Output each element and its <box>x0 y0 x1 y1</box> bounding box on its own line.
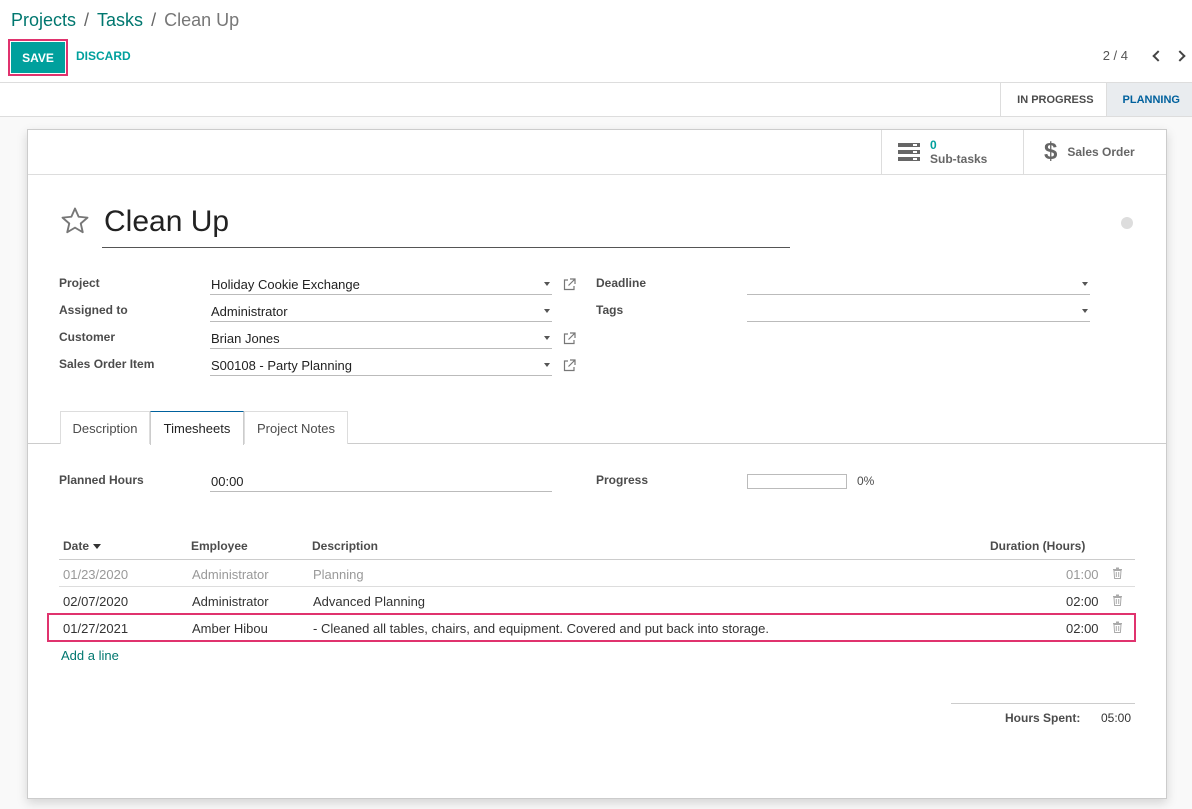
progress-percent: 0% <box>857 474 875 488</box>
deadline-label: Deadline <box>596 276 647 290</box>
customer-label: Customer <box>59 330 116 344</box>
dropdown-caret-icon[interactable] <box>544 309 550 313</box>
assigned-to-value: Administrator <box>211 304 288 319</box>
hours-spent-value: 05:00 <box>1101 711 1132 725</box>
status-bar: IN PROGRESS PLANNING <box>0 82 1192 117</box>
external-link-icon[interactable] <box>563 359 576 372</box>
project-label: Project <box>59 276 100 290</box>
save-button[interactable]: SAVE <box>8 39 68 76</box>
stage-planning[interactable]: PLANNING <box>1105 83 1192 116</box>
tab-timesheets[interactable]: Timesheets <box>150 411 244 445</box>
dropdown-caret-icon[interactable] <box>1082 282 1088 286</box>
row-description: - Cleaned all tables, chairs, and equipm… <box>313 621 769 636</box>
breadcrumb-tasks[interactable]: Tasks <box>97 10 143 31</box>
dropdown-caret-icon[interactable] <box>1082 309 1088 313</box>
sales-order-item-value: S00108 - Party Planning <box>211 358 352 373</box>
sales-order-button[interactable]: $ Sales Order <box>1023 130 1166 174</box>
row-description: Planning <box>313 567 364 582</box>
planned-hours-field[interactable]: 00:00 <box>210 470 552 492</box>
progress-label: Progress <box>596 473 649 487</box>
timesheet-table: Date Employee Description Duration (Hour… <box>47 530 1136 663</box>
form-sheet: 0 Sub-tasks $ Sales Order Clean Up Proje… <box>27 129 1167 799</box>
divider <box>28 174 1166 175</box>
breadcrumb-projects[interactable]: Projects <box>11 10 76 31</box>
planned-hours-label: Planned Hours <box>59 473 144 487</box>
list-icon <box>898 143 920 161</box>
subtasks-count: 0 <box>930 138 937 152</box>
external-link-icon[interactable] <box>563 332 576 345</box>
pager-value[interactable]: 2 / 4 <box>1103 48 1128 63</box>
sales-order-label: Sales Order <box>1067 145 1135 159</box>
trash-icon[interactable] <box>1112 621 1123 633</box>
column-header-description[interactable]: Description <box>312 539 378 553</box>
dollar-icon: $ <box>1044 138 1058 165</box>
pager: 2 / 4 <box>1103 48 1186 63</box>
row-date: 01/27/2021 <box>63 621 129 636</box>
tab-description[interactable]: Description <box>60 411 150 444</box>
row-date: 01/23/2020 <box>63 567 129 582</box>
table-row[interactable]: 01/27/2021 Amber Hibou - Cleaned all tab… <box>47 613 1136 642</box>
customer-field[interactable]: Brian Jones <box>210 327 552 349</box>
row-employee: Amber Hibou <box>192 621 268 636</box>
breadcrumb: Projects / Tasks / Clean Up <box>11 10 239 31</box>
column-header-employee[interactable]: Employee <box>191 539 248 553</box>
divider <box>951 703 1135 704</box>
assigned-to-field[interactable]: Administrator <box>210 300 552 322</box>
row-date: 02/07/2020 <box>63 594 129 609</box>
control-panel: Projects / Tasks / Clean Up SAVE DISCARD… <box>0 0 1192 117</box>
row-duration: 02:00 <box>1066 594 1099 609</box>
table-row[interactable]: 01/23/2020 Administrator Planning 01:00 <box>59 560 1135 587</box>
subtasks-label: Sub-tasks <box>930 152 988 166</box>
sales-order-item-field[interactable]: S00108 - Party Planning <box>210 354 552 376</box>
row-duration: 01:00 <box>1066 567 1099 582</box>
sort-desc-icon <box>93 544 102 549</box>
deadline-field[interactable] <box>747 273 1090 295</box>
hours-spent-label: Hours Spent: <box>1005 711 1081 725</box>
trash-icon[interactable] <box>1112 567 1123 579</box>
sales-order-item-label: Sales Order Item <box>59 357 155 371</box>
chevron-left-icon[interactable] <box>1152 49 1164 62</box>
column-header-date[interactable]: Date <box>63 539 102 553</box>
table-header: Date Employee Description Duration (Hour… <box>59 530 1135 560</box>
discard-button[interactable]: DISCARD <box>76 49 131 63</box>
assigned-to-label: Assigned to <box>59 303 128 317</box>
tags-field[interactable] <box>747 300 1090 322</box>
tab-project-notes[interactable]: Project Notes <box>244 411 348 444</box>
row-employee: Administrator <box>192 567 269 582</box>
row-description: Advanced Planning <box>313 594 426 609</box>
task-title-input[interactable]: Clean Up <box>102 202 790 248</box>
notebook-tabs: Description Timesheets Project Notes <box>28 411 1166 445</box>
star-icon[interactable] <box>60 206 90 236</box>
tags-label: Tags <box>596 303 624 317</box>
row-duration: 02:00 <box>1066 621 1099 636</box>
dropdown-caret-icon[interactable] <box>544 336 550 340</box>
stage-selector: IN PROGRESS PLANNING <box>1000 83 1192 116</box>
table-row[interactable]: 02/07/2020 Administrator Advanced Planni… <box>59 587 1135 614</box>
external-link-icon[interactable] <box>563 278 576 291</box>
planned-hours-value: 00:00 <box>211 474 244 489</box>
title-row: Clean Up <box>60 202 790 248</box>
row-employee: Administrator <box>192 594 269 609</box>
column-header-date-label: Date <box>63 539 90 553</box>
dropdown-caret-icon[interactable] <box>544 282 550 286</box>
project-field[interactable]: Holiday Cookie Exchange <box>210 273 552 295</box>
project-value: Holiday Cookie Exchange <box>211 277 360 292</box>
progress-bar <box>747 474 847 489</box>
breadcrumb-current: Clean Up <box>164 10 240 30</box>
breadcrumb-separator: / <box>84 10 90 30</box>
dropdown-caret-icon[interactable] <box>544 363 550 367</box>
trash-icon[interactable] <box>1112 594 1123 606</box>
column-header-duration[interactable]: Duration (Hours) <box>990 539 1085 553</box>
stage-in-progress[interactable]: IN PROGRESS <box>1000 83 1105 116</box>
add-line-link[interactable]: Add a line <box>61 648 119 663</box>
subtasks-button[interactable]: 0 Sub-tasks <box>881 130 1023 174</box>
customer-value: Brian Jones <box>211 331 280 346</box>
breadcrumb-separator: / <box>151 10 157 30</box>
smart-button-box: 0 Sub-tasks $ Sales Order <box>881 130 1166 174</box>
chevron-right-icon[interactable] <box>1174 49 1186 62</box>
kanban-state-indicator[interactable] <box>1121 217 1133 229</box>
